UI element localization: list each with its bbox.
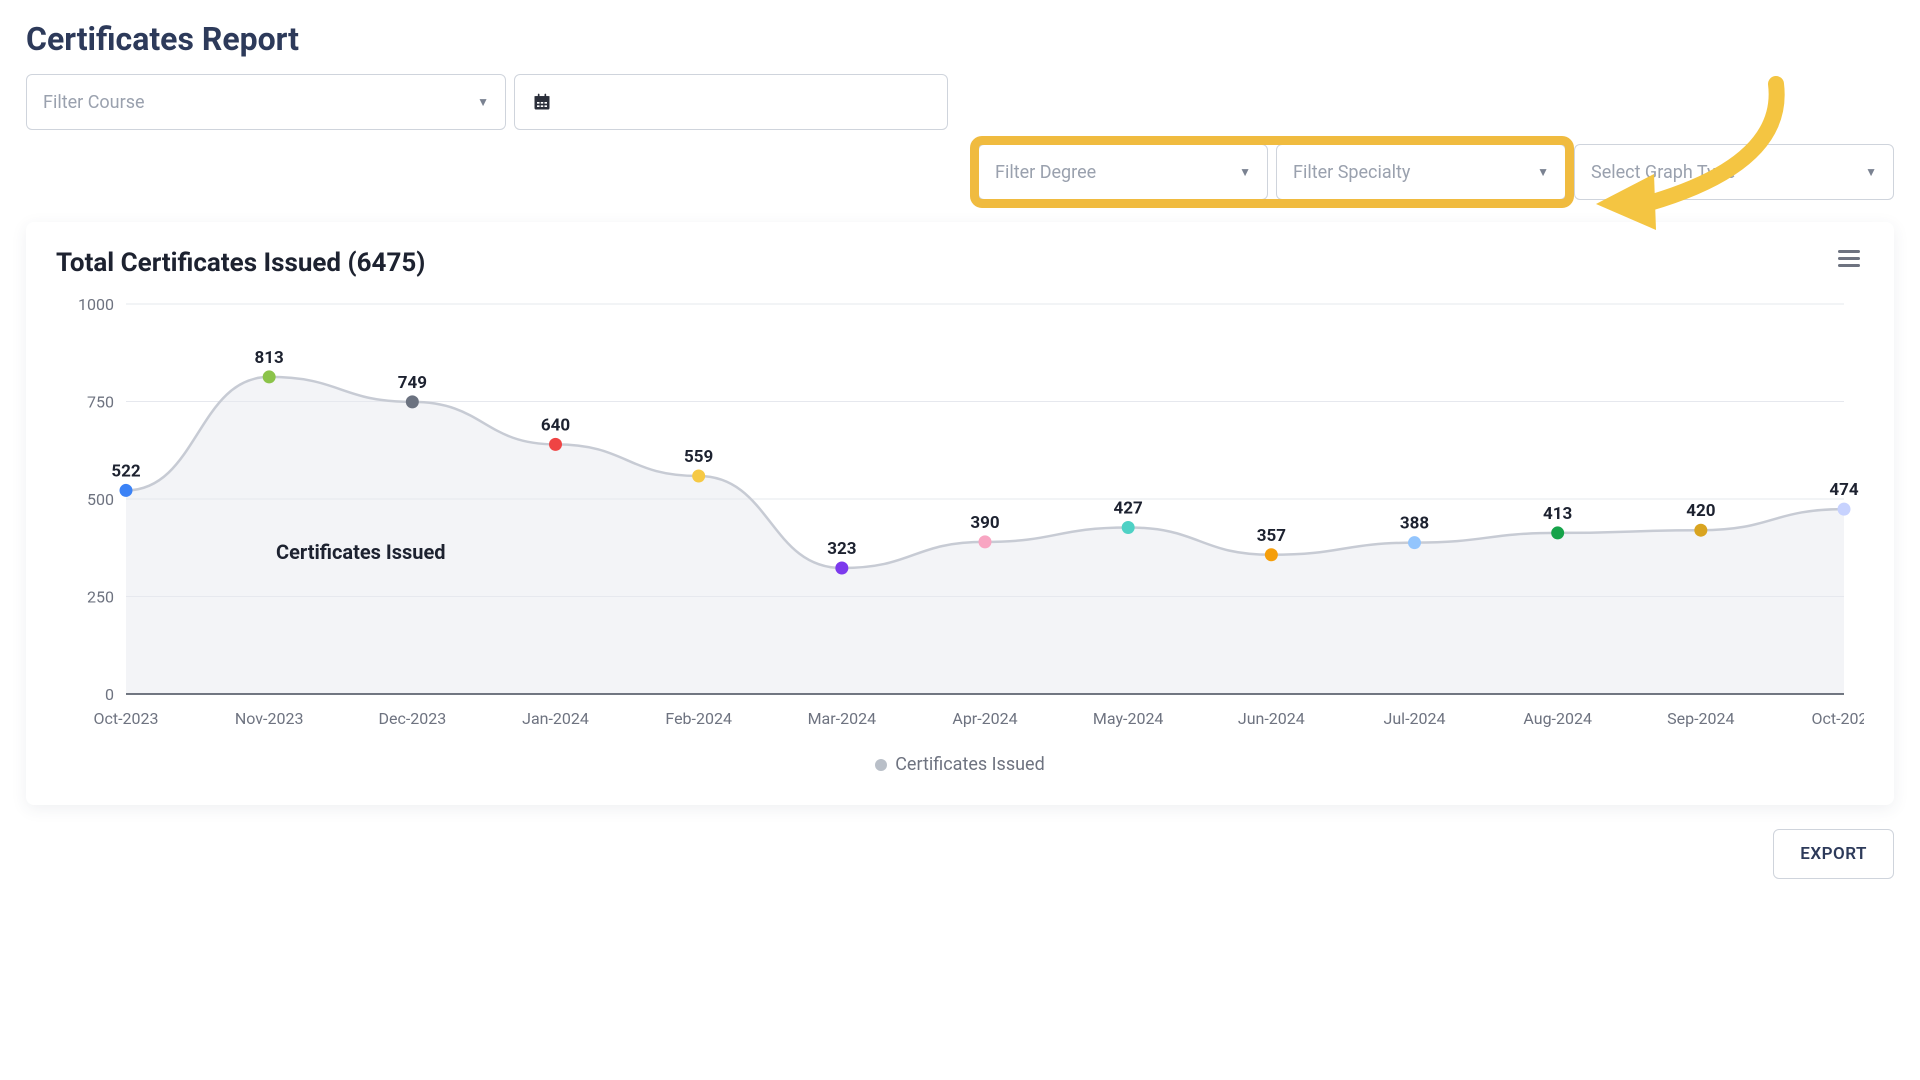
legend-marker-icon xyxy=(875,759,887,771)
svg-text:Sep-2024: Sep-2024 xyxy=(1667,709,1734,728)
filter-course-placeholder: Filter Course xyxy=(43,92,145,113)
filter-degree-select[interactable]: Filter Degree ▼ xyxy=(978,144,1268,200)
svg-text:420: 420 xyxy=(1686,501,1715,521)
svg-text:250: 250 xyxy=(87,588,114,607)
svg-text:750: 750 xyxy=(87,393,114,412)
select-graph-type[interactable]: Select Graph Type ▼ xyxy=(1574,144,1894,200)
svg-text:323: 323 xyxy=(827,539,856,559)
svg-text:Nov-2023: Nov-2023 xyxy=(235,709,304,728)
filter-course-select[interactable]: Filter Course ▼ xyxy=(26,74,506,130)
svg-text:500: 500 xyxy=(87,490,114,509)
svg-text:390: 390 xyxy=(970,513,999,533)
svg-text:Oct-2023: Oct-2023 xyxy=(93,709,158,728)
svg-text:Oct-2024: Oct-2024 xyxy=(1811,709,1864,728)
svg-text:427: 427 xyxy=(1114,498,1144,518)
svg-text:Jun-2024: Jun-2024 xyxy=(1238,709,1305,728)
export-button[interactable]: EXPORT xyxy=(1773,829,1894,879)
filter-row-top: Filter Course ▼ xyxy=(26,74,1894,130)
svg-text:640: 640 xyxy=(541,415,570,435)
svg-text:559: 559 xyxy=(684,447,713,467)
chart-card: Total Certificates Issued (6475) 0 250 500… xyxy=(26,222,1894,805)
filter-row-bottom: Filter Degree ▼ Filter Specialty ▼ Selec… xyxy=(26,144,1894,200)
svg-text:1000: 1000 xyxy=(78,295,114,314)
svg-text:Dec-2023: Dec-2023 xyxy=(378,709,446,728)
caret-down-icon: ▼ xyxy=(1865,165,1877,179)
svg-text:388: 388 xyxy=(1400,514,1429,534)
svg-text:May-2024: May-2024 xyxy=(1093,709,1164,728)
chart-menu-icon[interactable] xyxy=(1834,246,1864,271)
svg-text:813: 813 xyxy=(255,348,284,368)
line-chart: 0 250 500 750 1000 522 Oct-2023 813 Nov-2023 749 D… xyxy=(56,284,1864,754)
svg-text:Jan-2024: Jan-2024 xyxy=(522,709,589,728)
svg-text:357: 357 xyxy=(1257,526,1287,546)
svg-text:Feb-2024: Feb-2024 xyxy=(665,709,732,728)
svg-text:Jul-2024: Jul-2024 xyxy=(1384,709,1446,728)
svg-text:Certificates Issued: Certificates Issued xyxy=(276,540,446,564)
caret-down-icon: ▼ xyxy=(477,95,489,109)
chart-legend: Certificates Issued xyxy=(56,754,1864,775)
svg-text:Apr-2024: Apr-2024 xyxy=(952,709,1017,728)
svg-text:0: 0 xyxy=(105,685,114,704)
svg-text:522: 522 xyxy=(111,461,141,481)
page-title: Certificates Report xyxy=(26,20,1894,58)
svg-text:Aug-2024: Aug-2024 xyxy=(1523,709,1592,728)
svg-text:413: 413 xyxy=(1543,504,1572,524)
caret-down-icon: ▼ xyxy=(1239,165,1251,179)
filter-degree-placeholder: Filter Degree xyxy=(995,162,1096,183)
legend-label: Certificates Issued xyxy=(895,754,1045,775)
filter-date-select[interactable] xyxy=(514,74,948,130)
filter-specialty-placeholder: Filter Specialty xyxy=(1293,162,1410,183)
chart-area: 0 250 500 750 1000 522 Oct-2023 813 Nov-2023 749 D… xyxy=(56,284,1864,754)
svg-text:Mar-2024: Mar-2024 xyxy=(808,709,876,728)
caret-down-icon: ▼ xyxy=(1537,165,1549,179)
filter-specialty-select[interactable]: Filter Specialty ▼ xyxy=(1276,144,1566,200)
chart-title: Total Certificates Issued (6475) xyxy=(56,248,1864,278)
select-graph-type-placeholder: Select Graph Type xyxy=(1591,162,1735,183)
svg-text:749: 749 xyxy=(398,373,427,393)
calendar-icon xyxy=(531,92,553,112)
svg-text:474: 474 xyxy=(1829,480,1859,500)
